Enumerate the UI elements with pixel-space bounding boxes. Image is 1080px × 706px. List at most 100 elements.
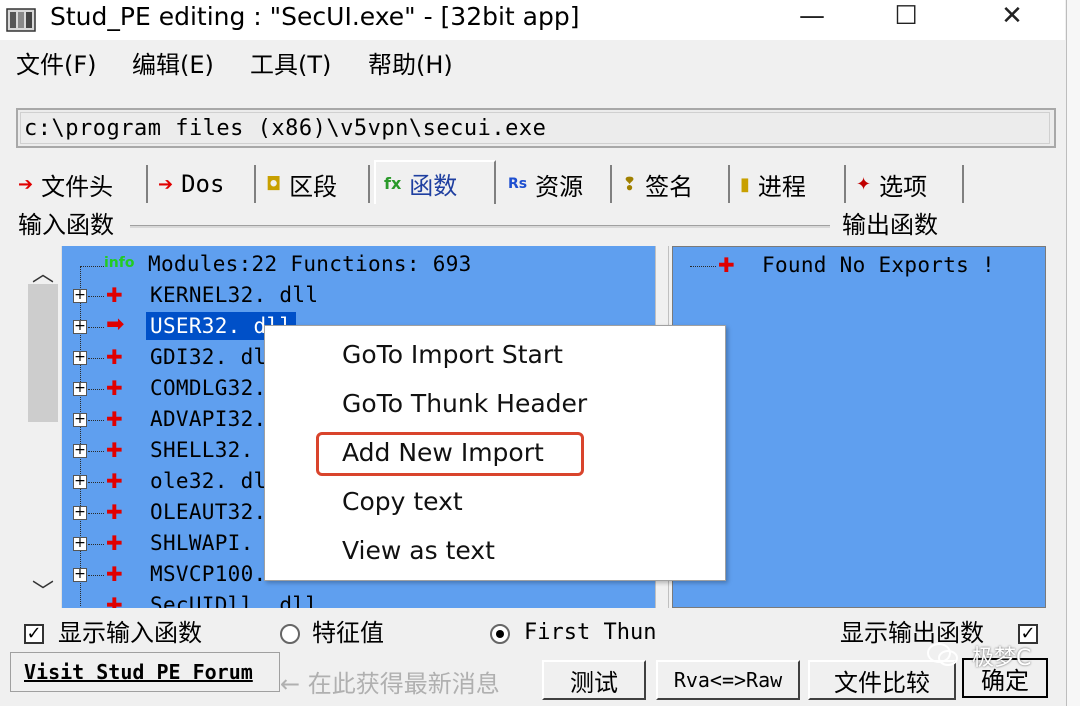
tree-connector — [88, 296, 104, 297]
expand-icon[interactable]: + — [73, 536, 87, 551]
tab-signature[interactable]: ❢ 签名 — [614, 165, 730, 203]
tree-connector — [80, 266, 81, 606]
tree-item-shlwapi[interactable]: SHLWAPI. d — [150, 529, 279, 557]
wechat-icon — [926, 642, 960, 668]
forum-link[interactable]: Visit Stud PE Forum — [24, 660, 253, 684]
menu-edit[interactable]: 编辑(E) — [132, 48, 214, 82]
options-icon: ✦ — [856, 173, 872, 195]
partial-row-clip: ✚ SecUIDll. dll — [62, 594, 656, 608]
process-icon: ▮ — [740, 173, 750, 195]
scroll-down-icon[interactable]: ﹀ — [24, 574, 62, 606]
show-exports-label: 显示输出函数 — [840, 619, 984, 647]
test-button[interactable]: 测试 — [542, 660, 646, 700]
show-imports-checkbox[interactable]: ✓ — [24, 624, 44, 644]
no-exports-text: Found No Exports ! — [762, 253, 995, 277]
tree-item-ole32[interactable]: ole32. dll — [150, 467, 279, 495]
exports-tree-panel[interactable] — [672, 246, 1046, 608]
tab-functions[interactable]: fx 函数 — [374, 160, 496, 204]
menu-tools[interactable]: 工具(T) — [250, 48, 331, 82]
feature-value-label: 特征值 — [312, 619, 384, 647]
tab-file-header[interactable]: ➔ 文件头 — [10, 165, 148, 203]
tree-connector — [88, 327, 104, 328]
tree-connector — [88, 544, 104, 545]
expand-icon[interactable]: + — [73, 288, 87, 303]
maximize-button[interactable]: ☐ — [876, 0, 936, 32]
exports-group-label: 输出函数 — [840, 210, 940, 240]
export-icon: ✚ — [718, 253, 735, 277]
expand-icon[interactable]: + — [73, 474, 87, 489]
import-module-icon: ✚ — [106, 531, 123, 555]
tree-connector — [80, 266, 104, 267]
tree-item-kernel32[interactable]: KERNEL32. dll — [150, 281, 318, 309]
signature-icon: ❢ — [622, 173, 638, 195]
watermark: 极梦C — [972, 646, 1032, 671]
annotation-highlight-box — [316, 432, 584, 476]
import-module-icon: ✚ — [106, 345, 123, 369]
tree-connector — [88, 513, 104, 514]
modules-summary: Modules:22 Functions: 693 — [148, 252, 472, 276]
expand-icon[interactable]: + — [73, 319, 87, 334]
background-window-edge — [1066, 0, 1080, 706]
show-imports-label: 显示输入函数 — [58, 619, 202, 647]
import-module-icon: ✚ — [106, 469, 123, 493]
tab-resources[interactable]: Rs 资源 — [500, 165, 612, 203]
close-button[interactable]: ✕ — [982, 0, 1042, 32]
function-icon: fx — [384, 173, 402, 193]
tree-connector — [88, 358, 104, 359]
import-module-icon: ✚ — [106, 562, 123, 586]
tab-options[interactable]: ✦ 选项 — [848, 165, 964, 203]
menu-copy-text[interactable]: Copy text — [342, 485, 463, 519]
expand-icon[interactable]: + — [73, 505, 87, 520]
first-thunk-radio[interactable] — [490, 624, 510, 644]
scrollbar-thumb[interactable] — [28, 284, 58, 422]
info-tag: info — [104, 255, 135, 271]
import-module-icon: ✚ — [106, 283, 123, 307]
import-module-icon: ✚ — [106, 407, 123, 431]
tab-sections[interactable]: ◘ 区段 — [258, 165, 370, 203]
tree-item-gdi32[interactable]: GDI32. dll — [150, 343, 279, 371]
tree-item-msvcp100[interactable]: MSVCP100. — [150, 560, 267, 588]
tree-connector — [88, 420, 104, 421]
expand-icon[interactable]: + — [73, 412, 87, 427]
tree-connector — [88, 389, 104, 390]
tree-item-oleaut32[interactable]: OLEAUT32. — [150, 498, 267, 526]
expand-icon[interactable]: + — [73, 350, 87, 365]
file-path: c:\program files (x86)\v5vpn\secui.exe — [24, 116, 547, 141]
expand-icon[interactable]: + — [73, 381, 87, 396]
app-icon — [6, 6, 38, 32]
minimize-button[interactable]: — — [782, 0, 842, 32]
import-module-icon: ✚ — [106, 438, 123, 462]
tree-item-advapi32[interactable]: ADVAPI32. — [150, 405, 267, 433]
imports-group-label: 输入函数 — [16, 210, 116, 240]
tree-connector — [88, 451, 104, 452]
menu-goto-thunk-header[interactable]: GoTo Thunk Header — [342, 387, 587, 421]
menu-goto-import-start[interactable]: GoTo Import Start — [342, 338, 563, 372]
group-divider — [130, 225, 830, 228]
tree-item-comdlg32[interactable]: COMDLG32. — [150, 374, 267, 402]
menu-file[interactable]: 文件(F) — [16, 48, 97, 82]
expand-icon[interactable]: + — [73, 567, 87, 582]
first-thunk-label: First Thun — [524, 620, 657, 645]
arrow-icon: ➔ — [158, 173, 174, 195]
forum-hint: ← 在此获得最新消息 — [280, 670, 500, 698]
menu-view-as-text[interactable]: View as text — [342, 534, 495, 568]
import-module-icon: ✚ — [106, 500, 123, 524]
feature-value-radio[interactable] — [280, 624, 300, 644]
tree-item-secuidll[interactable]: SecUIDll. dll — [150, 594, 318, 608]
rva-raw-button[interactable]: Rva<=>Raw — [656, 660, 800, 700]
arrow-icon: ➔ — [18, 173, 34, 195]
tree-connector — [88, 575, 104, 576]
section-icon: ◘ — [266, 173, 282, 195]
expand-icon[interactable]: + — [73, 443, 87, 458]
tab-dos[interactable]: ➔ Dos — [150, 165, 256, 203]
tree-item-shell32[interactable]: SHELL32. d — [150, 436, 279, 464]
window-title: Stud_PE editing : "SecUI.exe" - [32bit a… — [50, 2, 580, 31]
import-module-icon: ✚ — [106, 376, 123, 400]
tree-connector — [690, 266, 716, 267]
import-module-icon: ✚ — [106, 594, 123, 608]
tree-connector — [88, 482, 104, 483]
tab-process[interactable]: ▮ 进程 — [732, 165, 846, 203]
arrow-icon: ➡ — [106, 312, 125, 337]
menu-help[interactable]: 帮助(H) — [368, 48, 453, 82]
resource-icon: Rs — [508, 176, 528, 192]
